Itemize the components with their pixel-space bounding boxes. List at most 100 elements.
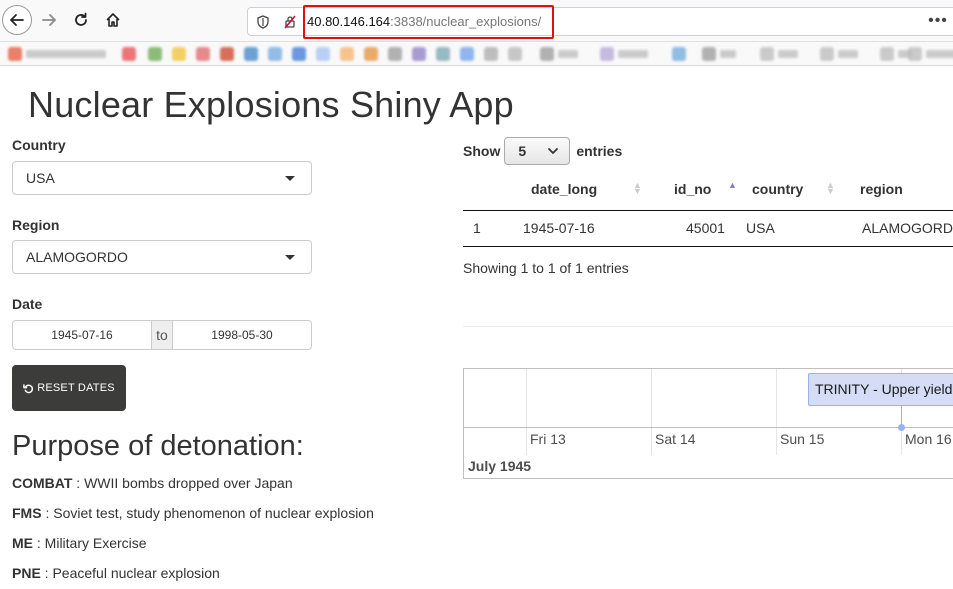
timeline-gridline (776, 369, 777, 455)
bookmark-item[interactable] (340, 46, 354, 62)
reset-dates-button[interactable]: RESET DATES (12, 365, 126, 411)
purpose-code: COMBAT (12, 475, 73, 491)
timeline-month-label: July 1945 (468, 458, 532, 474)
bookmark-item[interactable] (268, 46, 282, 62)
date-end-input[interactable]: 1998-05-30 (173, 321, 311, 349)
row-index-cell: 1 (463, 210, 511, 247)
country-cell: USA (736, 210, 848, 247)
timeline-gridline (526, 369, 527, 455)
bookmark-item[interactable] (760, 46, 798, 62)
timeline-day-label: Sat 14 (655, 431, 696, 447)
timeline-item-dot (898, 424, 905, 431)
bookmark-item[interactable] (388, 46, 402, 62)
timeline-axis (464, 427, 953, 428)
table-header-row: date_long ▲ ▼ id_no ▲ country ▲ ▼ region (463, 168, 953, 211)
column-header-id-no[interactable]: id_no ▲ (666, 168, 737, 211)
page-actions-menu[interactable]: ••• (926, 10, 950, 32)
bookmark-item[interactable] (540, 46, 578, 62)
bookmark-item[interactable] (702, 46, 736, 62)
bookmark-item[interactable] (172, 46, 186, 62)
timeline-item[interactable]: TRINITY - Upper yield: (808, 373, 953, 406)
bookmark-item[interactable] (436, 46, 450, 62)
page-length-value: 5 (518, 143, 527, 159)
caret-down-icon (285, 176, 295, 181)
chevron-down-icon (548, 148, 559, 154)
id-no-cell: 45001 (666, 210, 736, 247)
arrow-left-icon (10, 14, 24, 26)
undo-icon (23, 383, 34, 393)
page-title: Nuclear Explosions Shiny App (28, 84, 514, 125)
column-header-index (463, 168, 511, 211)
column-header-label: id_no (674, 180, 712, 197)
bookmark-item[interactable] (364, 46, 378, 62)
purpose-heading: Purpose of detonation: (12, 430, 304, 462)
bookmark-item[interactable] (220, 46, 234, 62)
purpose-code: PNE (12, 565, 41, 581)
purpose-code: ME (12, 535, 33, 551)
bookmark-item[interactable] (412, 46, 426, 62)
bookmark-item[interactable] (484, 46, 498, 62)
bookmarks-bar (0, 42, 953, 66)
table-row[interactable]: 1 1945-07-16 45001 USA ALAMOGORDO (463, 210, 953, 247)
country-label: Country (12, 137, 66, 153)
table-length-control: Show 5 entries (463, 136, 622, 166)
table-info: Showing 1 to 1 of 1 entries (463, 260, 629, 276)
timeline-day-label: Sun 15 (780, 431, 825, 447)
show-label: Show (463, 143, 501, 159)
timeline-widget[interactable]: Fri 13 Sat 14 Sun 15 Mon 16 July 1945 TR… (463, 368, 953, 479)
divider (463, 326, 953, 327)
bookmark-item[interactable] (820, 46, 858, 62)
region-select-value: ALAMOGORDO (26, 249, 128, 265)
home-button[interactable] (98, 5, 128, 35)
bookmark-item[interactable] (148, 46, 162, 62)
bookmark-item[interactable] (672, 46, 686, 62)
shield-icon[interactable] (255, 14, 271, 30)
sort-icon: ▲ ▼ (826, 180, 835, 196)
caret-down-icon (285, 255, 295, 260)
date-range-separator: to (151, 321, 173, 349)
arrow-right-icon (42, 14, 56, 26)
reset-dates-label: RESET DATES (37, 382, 115, 394)
bookmark-item[interactable] (8, 46, 106, 62)
bookmark-item[interactable] (196, 46, 210, 62)
column-header-region[interactable]: region (848, 168, 953, 211)
sort-icon: ▲ ▼ (633, 180, 642, 196)
bookmark-item[interactable] (316, 46, 330, 62)
column-header-date-long[interactable]: date_long ▲ ▼ (511, 168, 666, 211)
bookmark-item[interactable] (122, 46, 136, 62)
purpose-desc: : WWII bombs dropped over Japan (72, 475, 293, 491)
timeline-day-label: Fri 13 (530, 431, 566, 447)
country-select[interactable]: USA (12, 161, 312, 195)
bookmark-item[interactable] (292, 46, 306, 62)
purpose-item: FMS : Soviet test, study phenomenon of n… (12, 505, 374, 521)
date-label: Date (12, 296, 43, 312)
purpose-item: PNE : Peaceful nuclear explosion (12, 565, 220, 581)
purpose-code: FMS (12, 505, 42, 521)
back-button[interactable] (2, 5, 32, 35)
page-length-select[interactable]: 5 (504, 137, 571, 165)
url-highlight-box (303, 5, 554, 39)
entries-label: entries (576, 143, 623, 159)
bookmark-item[interactable] (508, 46, 522, 62)
date-start-input[interactable]: 1945-07-16 (13, 321, 151, 349)
date-long-cell: 1945-07-16 (511, 210, 666, 247)
bookmark-item[interactable] (600, 46, 648, 62)
column-header-country[interactable]: country ▲ ▼ (736, 168, 848, 211)
data-table: date_long ▲ ▼ id_no ▲ country ▲ ▼ region 1 (463, 168, 953, 248)
purpose-desc: : Military Exercise (33, 535, 147, 551)
timeline-gridline (651, 369, 652, 455)
timeline-day-label: Mon 16 (905, 431, 952, 447)
bookmark-item[interactable] (244, 46, 258, 62)
purpose-desc: : Soviet test, study phenomenon of nucle… (41, 505, 374, 521)
browser-toolbar: 40.80.146.164:3838/nuclear_explosions/ •… (0, 0, 953, 42)
insecure-lock-icon[interactable] (282, 14, 298, 30)
date-range-input: 1945-07-16 to 1998-05-30 (12, 320, 312, 350)
column-header-label: region (860, 180, 903, 197)
bookmark-item[interactable] (460, 46, 474, 62)
region-select[interactable]: ALAMOGORDO (12, 240, 312, 274)
forward-button[interactable] (34, 5, 64, 35)
column-header-label: country (752, 180, 804, 197)
reload-button[interactable] (66, 5, 96, 35)
bookmark-item[interactable] (908, 46, 953, 62)
purpose-desc: : Peaceful nuclear explosion (40, 565, 220, 581)
